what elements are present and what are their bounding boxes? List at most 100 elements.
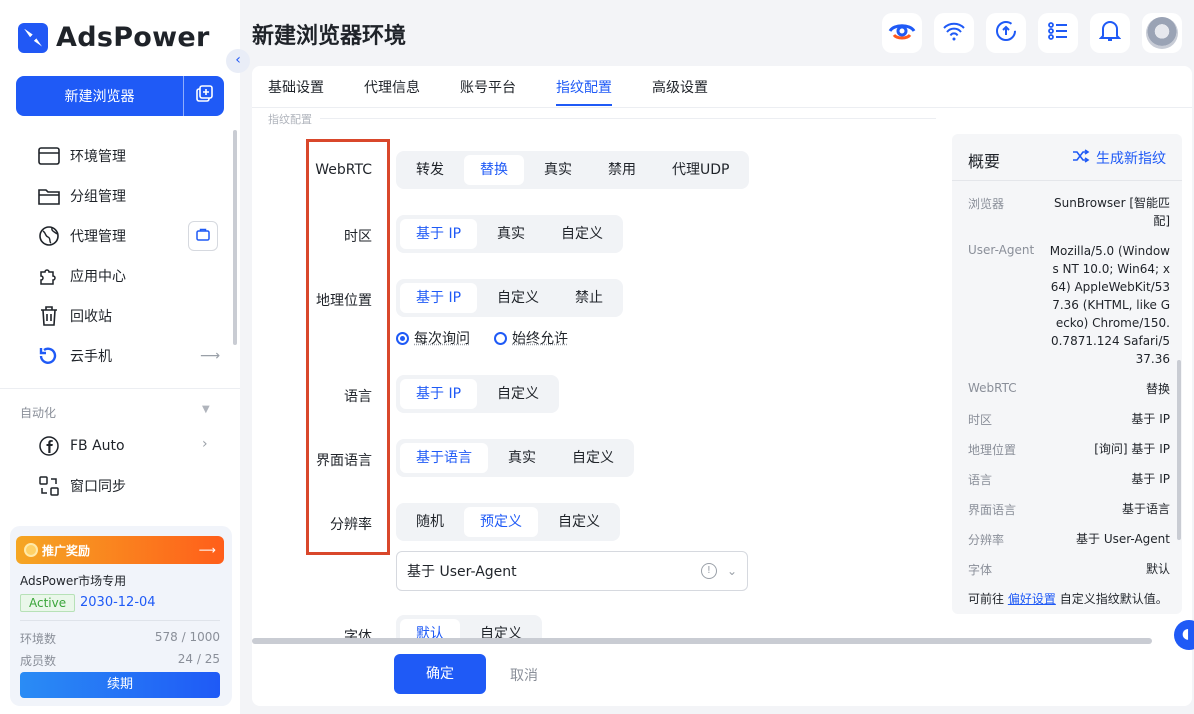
expiry-date: 2030-12-04 bbox=[80, 595, 156, 610]
section-label: 指纹配置 bbox=[268, 113, 312, 126]
task-list-button[interactable] bbox=[1038, 13, 1078, 53]
webrtc-option-replace[interactable]: 替换 bbox=[464, 155, 524, 185]
resolution-option-predefined[interactable]: 预定义 bbox=[464, 507, 538, 537]
sidebar-item-fb-auto[interactable]: FB Auto bbox=[38, 434, 125, 458]
plan-title: AdsPower市场专用 bbox=[20, 574, 127, 588]
preferences-link[interactable]: 偏好设置 bbox=[1008, 592, 1056, 606]
chevron-down-icon: ⌄ bbox=[726, 564, 737, 578]
sidebar-item-trash[interactable]: 回收站 bbox=[38, 304, 112, 328]
geo-label: 地理位置 bbox=[316, 293, 372, 309]
sidebar-item-cloud-phone[interactable]: 云手机 bbox=[38, 344, 112, 368]
sidebar-item-label: 分组管理 bbox=[70, 189, 126, 205]
brand-logo: AdsPower bbox=[18, 22, 210, 53]
sidebar-item-env[interactable]: 环境管理 bbox=[38, 144, 126, 168]
summary-key: User-Agent bbox=[968, 243, 1035, 257]
summary-key: 分辨率 bbox=[968, 533, 1005, 547]
new-browser-button[interactable]: 新建浏览器 bbox=[16, 76, 224, 116]
user-avatar-button[interactable] bbox=[1142, 13, 1182, 53]
notifications-button[interactable] bbox=[1090, 13, 1130, 53]
summary-scrollbar[interactable] bbox=[1177, 360, 1181, 540]
generate-fingerprint-button[interactable]: 生成新指纹 bbox=[1072, 148, 1166, 168]
webrtc-option-forward[interactable]: 转发 bbox=[400, 155, 460, 185]
ui-language-option-lang[interactable]: 基于语言 bbox=[400, 443, 488, 473]
promo-header-label: 推广奖励 bbox=[42, 543, 91, 558]
collapse-sidebar-button[interactable]: ‹ bbox=[226, 49, 250, 73]
resolution-option-custom[interactable]: 自定义 bbox=[542, 507, 616, 537]
puzzle-icon bbox=[38, 265, 60, 287]
summary-key: 地理位置 bbox=[968, 443, 1017, 457]
arrow-right-icon: ⟶ bbox=[200, 348, 221, 364]
confirm-button[interactable]: 确定 bbox=[394, 654, 486, 694]
tab-proxy[interactable]: 代理信息 bbox=[364, 77, 420, 97]
language-option-ip[interactable]: 基于 IP bbox=[400, 379, 478, 409]
tab-advanced[interactable]: 高级设置 bbox=[652, 77, 708, 97]
timezone-option-ip[interactable]: 基于 IP bbox=[400, 219, 478, 249]
geo-radio-ask[interactable]: 每次询问 bbox=[396, 328, 470, 348]
support-button[interactable] bbox=[882, 13, 922, 53]
browser-window-icon bbox=[38, 145, 60, 167]
language-option-custom[interactable]: 自定义 bbox=[481, 379, 555, 409]
summary-value: SunBrowser [智能匹配] bbox=[1054, 196, 1170, 228]
info-icon[interactable]: ! bbox=[700, 563, 717, 579]
sidebar-item-apps[interactable]: 应用中心 bbox=[38, 264, 126, 288]
batch-add-icon[interactable] bbox=[184, 85, 224, 107]
summary-value: 基于 IP bbox=[1131, 412, 1170, 426]
webrtc-option-real[interactable]: 真实 bbox=[528, 155, 588, 185]
summary-value: 默认 bbox=[1145, 562, 1170, 576]
geo-option-ip[interactable]: 基于 IP bbox=[400, 283, 478, 313]
radio-checked-icon bbox=[396, 331, 409, 345]
sidebar-scrollbar[interactable] bbox=[233, 130, 237, 345]
timezone-option-custom[interactable]: 自定义 bbox=[545, 219, 619, 249]
geo-radio-allow[interactable]: 始终允许 bbox=[494, 328, 568, 348]
sidebar-item-group[interactable]: 分组管理 bbox=[38, 184, 126, 208]
webrtc-option-proxy-udp[interactable]: 代理UDP bbox=[656, 155, 745, 185]
ui-language-option-real[interactable]: 真实 bbox=[492, 443, 552, 473]
resolution-label: 分辨率 bbox=[330, 517, 372, 533]
coin-icon bbox=[24, 543, 38, 557]
refresh-icon bbox=[994, 19, 1018, 47]
ui-language-segmented: 基于语言 真实 自定义 bbox=[396, 439, 634, 477]
resolution-segmented: 随机 预定义 自定义 bbox=[396, 503, 620, 541]
summary-value: 基于 User-Agent bbox=[1076, 532, 1170, 546]
chevron-left-icon: ‹ bbox=[235, 52, 241, 68]
ui-language-option-custom[interactable]: 自定义 bbox=[556, 443, 630, 473]
webrtc-segmented: 转发 替换 真实 禁用 代理UDP bbox=[396, 151, 750, 189]
list-icon bbox=[1047, 20, 1069, 46]
bag-icon bbox=[196, 227, 210, 245]
sidebar-item-label: 环境管理 bbox=[70, 149, 126, 165]
sync-update-button[interactable] bbox=[986, 13, 1026, 53]
env-count-value: 578 / 1000 bbox=[154, 630, 220, 644]
tab-basic[interactable]: 基础设置 bbox=[268, 77, 324, 97]
renew-button[interactable]: 续期 bbox=[20, 672, 220, 698]
proxy-shop-button[interactable] bbox=[188, 221, 218, 251]
cancel-button[interactable]: 取消 bbox=[510, 665, 538, 685]
webrtc-option-disable[interactable]: 禁用 bbox=[592, 155, 652, 185]
webrtc-label: WebRTC bbox=[315, 162, 372, 178]
page-title: 新建浏览器环境 bbox=[252, 24, 407, 49]
geo-option-custom[interactable]: 自定义 bbox=[481, 283, 555, 313]
eye-logo-icon bbox=[887, 16, 917, 50]
tab-account[interactable]: 账号平台 bbox=[460, 77, 516, 97]
sidebar-item-proxy[interactable]: 代理管理 bbox=[38, 224, 126, 248]
resolution-select-value: 基于 User-Agent bbox=[407, 564, 517, 580]
sidebar-item-window-sync[interactable]: 窗口同步 bbox=[38, 474, 126, 498]
timezone-option-real[interactable]: 真实 bbox=[481, 219, 541, 249]
network-button[interactable] bbox=[934, 13, 974, 53]
horizontal-scrollbar[interactable] bbox=[252, 638, 1152, 644]
avatar bbox=[1146, 17, 1178, 49]
font-row-clip: 字体 默认 自定义 bbox=[252, 612, 952, 638]
font-option-default[interactable]: 默认 bbox=[400, 619, 460, 638]
promo-header[interactable]: 推广奖励 ⟶ bbox=[16, 536, 224, 564]
resolution-option-random[interactable]: 随机 bbox=[400, 507, 460, 537]
caret-down-icon[interactable]: ▼ bbox=[202, 404, 210, 415]
font-label: 字体 bbox=[344, 629, 372, 638]
headset-icon: ◖ bbox=[1182, 626, 1190, 642]
geo-option-forbid[interactable]: 禁止 bbox=[559, 283, 619, 313]
member-count-label: 成员数 bbox=[20, 654, 57, 668]
cloud-phone-icon bbox=[38, 345, 60, 367]
font-option-custom[interactable]: 自定义 bbox=[464, 619, 538, 638]
env-count-label: 环境数 bbox=[20, 632, 57, 646]
geo-segmented: 基于 IP 自定义 禁止 bbox=[396, 279, 624, 317]
tab-fingerprint[interactable]: 指纹配置 bbox=[556, 77, 612, 97]
resolution-select[interactable]: 基于 User-Agent ! ⌄ bbox=[396, 551, 748, 591]
